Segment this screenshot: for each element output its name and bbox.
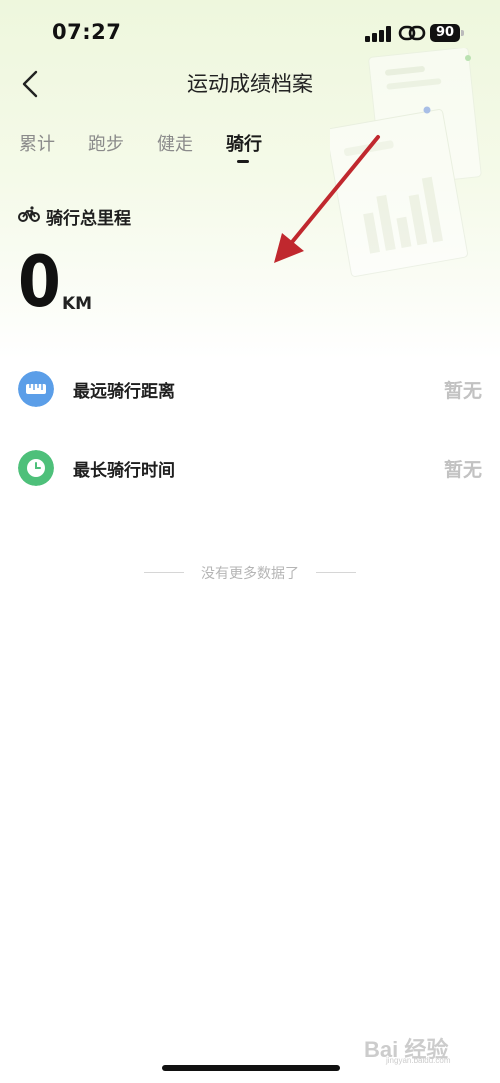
tab-running[interactable]: 跑步	[88, 130, 124, 156]
record-value: 暂无	[443, 380, 482, 402]
total-mileage-unit: KM	[62, 294, 93, 314]
bicycle-icon	[18, 206, 40, 222]
annotation-arrow-icon	[274, 135, 380, 263]
divider-line	[316, 572, 357, 573]
battery-level: 90	[430, 24, 460, 42]
record-row-farthest-distance[interactable]: 最远骑行距离 暂无	[0, 360, 500, 420]
cellular-signal-icon	[365, 26, 393, 42]
ruler-icon	[18, 371, 54, 407]
total-mileage-value: 0	[18, 241, 61, 323]
no-more-data-text: 没有更多数据了	[201, 565, 299, 582]
tab-cycling[interactable]: 骑行	[226, 130, 262, 156]
no-more-data-divider: 没有更多数据了	[0, 562, 500, 583]
total-mileage-label: 骑行总里程	[46, 209, 131, 229]
tab-cumulative[interactable]: 累计	[19, 130, 55, 156]
watermark-url: jingyan.baidu.com	[386, 1056, 451, 1065]
record-row-longest-time[interactable]: 最长骑行时间 暂无	[0, 439, 500, 499]
battery-icon: 90	[430, 24, 466, 42]
record-value: 暂无	[443, 459, 482, 481]
clock-icon	[18, 450, 54, 486]
record-label: 最长骑行时间	[73, 461, 175, 481]
divider-line	[143, 572, 184, 573]
page-title: 运动成绩档案	[187, 72, 313, 96]
active-tab-indicator	[237, 160, 249, 163]
record-label: 最远骑行距离	[73, 382, 175, 402]
nav-bar: 运动成绩档案	[0, 62, 500, 106]
baidu-jingyan-watermark: Bai 经验 jingyan.baidu.com	[364, 1030, 489, 1066]
personal-hotspot-icon	[398, 25, 426, 41]
home-indicator[interactable]	[162, 1065, 340, 1071]
tab-walking[interactable]: 健走	[157, 130, 193, 156]
status-time: 07:27	[52, 20, 122, 44]
